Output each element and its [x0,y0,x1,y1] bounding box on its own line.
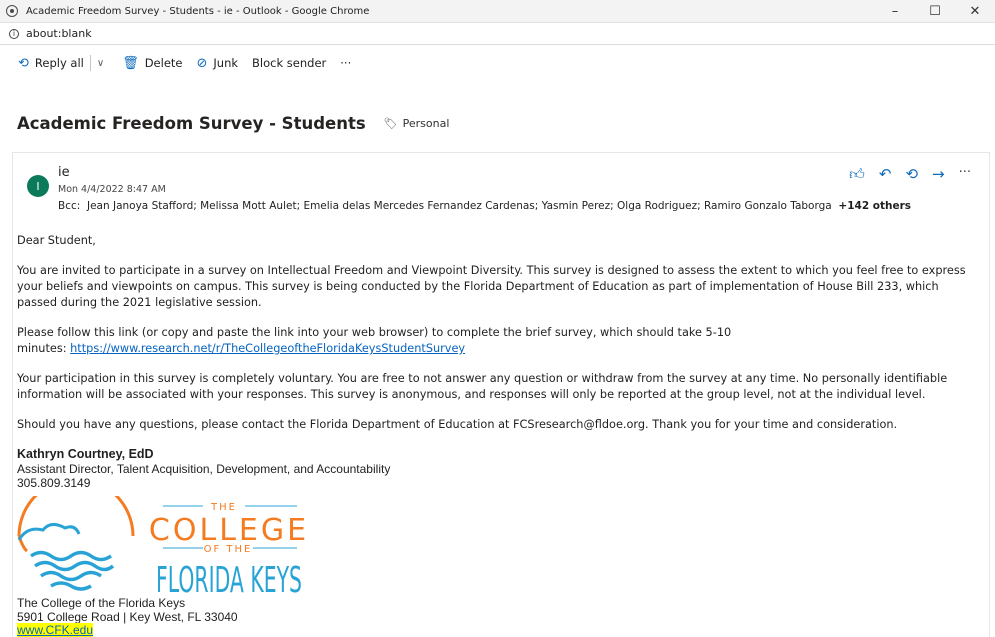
toolbar-divider [89,55,91,71]
signature-name: Kathryn Courtney, EdD [17,447,154,461]
logo-wave [29,550,113,562]
survey-link[interactable]: https://www.research.net/r/TheCollegeoft… [70,342,465,355]
paragraph: Should you have any questions, please co… [17,418,898,431]
reply-options-dropdown[interactable]: ∨ [97,58,104,69]
more-icon[interactable]: ··· [959,165,971,184]
sender-name[interactable]: ie [58,165,70,180]
tag-label: Personal [402,117,450,130]
minimize-button[interactable]: – [875,0,915,22]
reply-all-icon: ⟲ [18,55,29,71]
reply-all-button[interactable]: ⟲ Reply all [18,56,84,71]
message-date: Mon 4/4/2022 8:47 AM [58,184,166,195]
message-actions: 👍︎ ↶ ⟲ → ··· [849,165,971,184]
delete-button[interactable]: 🗑 Delete [122,56,182,71]
college-logo: THE COLLEGE OF THE FLORIDA KEYS [17,496,309,598]
signature-title: Assistant Director, Talent Acquisition, … [17,462,391,476]
category-tag[interactable]: 🏷 Personal [384,117,450,130]
reply-all-icon[interactable]: ⟲ [905,165,918,184]
forward-icon[interactable]: → [932,165,945,184]
logo-of-the: OF THE [204,544,253,555]
address-bar[interactable]: i about:blank [0,23,995,45]
message-toolbar: ⟲ Reply all ∨ 🗑 Delete ⊘ Junk Block send… [0,45,995,81]
paragraph: You are invited to participate in a surv… [17,264,966,309]
logo-college: COLLEGE [149,513,309,548]
website-highlight: www.CFK.edu [17,623,94,637]
address-url[interactable]: about:blank [26,27,92,40]
reply-all-label: Reply all [34,56,84,70]
footer-website: www.CFK.edu [17,623,94,637]
message-card: I ie Mon 4/4/2022 8:47 AM Bcc: Jean Jano… [12,152,990,637]
close-button[interactable]: ✕ [955,0,995,22]
bcc-recipients: Bcc: Jean Janoya Stafford; Melissa Mott … [58,200,911,212]
logo-wave [33,560,115,572]
logo-wave [39,570,103,582]
paragraph-text: Please follow this link (or copy and pas… [17,326,732,339]
email-subject: Academic Freedom Survey - Students [17,114,366,133]
delete-label: Delete [144,56,183,70]
chrome-icon [6,5,18,17]
maximize-button[interactable]: ☐ [915,0,955,22]
tag-icon: 🏷 [383,117,398,130]
signature-phone: 305.809.3149 [17,476,91,490]
greeting: Dear Student, [17,234,96,247]
bcc-label: Bcc: [58,200,81,212]
chevron-down-icon: ∨ [96,57,105,69]
window-title: Academic Freedom Survey - Students - ie … [26,5,370,17]
window-controls: – ☐ ✕ [875,0,995,22]
logo-florida-keys: FLORIDA KEYS [156,560,302,598]
block-sender-button[interactable]: Block sender [252,56,326,70]
subject-row: Academic Freedom Survey - Students 🏷 Per… [17,114,449,133]
trash-icon: 🗑 [122,55,139,71]
footer-address: 5901 College Road | Key West, FL 33040 [17,610,238,624]
logo-wave [50,581,92,591]
bcc-more-link[interactable]: +142 others [838,200,911,212]
block-icon: ⊘ [196,55,208,71]
message-body: Dear Student, You are invited to partici… [17,233,977,433]
junk-label: Junk [213,56,239,70]
reply-icon[interactable]: ↶ [879,165,892,184]
info-icon[interactable]: i [9,28,19,39]
paragraph: Your participation in this survey is com… [17,372,948,401]
more-icon: ··· [340,56,352,70]
logo-the: THE [210,502,237,513]
more-actions-button[interactable]: ··· [340,56,351,70]
bcc-list[interactable]: Jean Janoya Stafford; Melissa Mott Aulet… [87,200,832,212]
junk-button[interactable]: ⊘ Junk [197,56,239,71]
paragraph-text: minutes: [17,342,71,355]
footer-org: The College of the Florida Keys [17,596,186,610]
avatar[interactable]: I [27,175,49,197]
window-title-bar: Academic Freedom Survey - Students - ie … [0,0,995,23]
like-icon[interactable]: 👍︎ [849,165,865,184]
website-link[interactable]: www.CFK.edu [17,623,93,637]
paragraph: Please follow this link (or copy and pas… [17,325,977,357]
logo-cloud [17,523,81,541]
block-sender-label: Block sender [252,56,327,70]
